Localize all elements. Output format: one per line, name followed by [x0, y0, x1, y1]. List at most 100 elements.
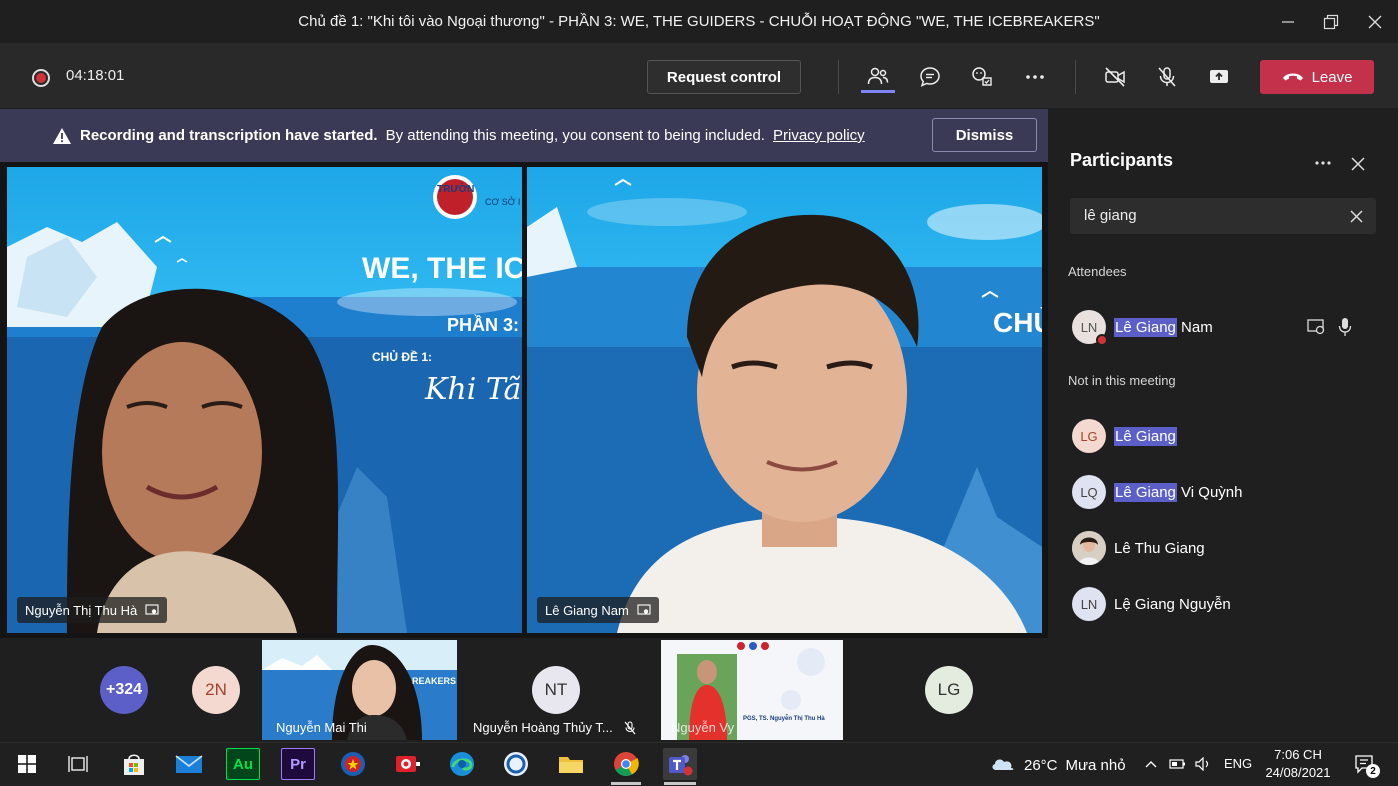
taskbar-microsoft-store[interactable]	[117, 748, 151, 780]
reactions-button[interactable]	[965, 61, 999, 93]
participant-name: Lê Giang	[1114, 426, 1177, 446]
close-window-button[interactable]	[1361, 8, 1389, 36]
video-tile-left[interactable]: TRƯỜN CƠ SỞ I WE, THE ICE PHẦN 3: V CHỦ …	[7, 167, 522, 633]
participant-avatar[interactable]: 2N	[192, 666, 240, 714]
taskbar-recorder-app[interactable]	[391, 748, 425, 780]
taskbar-app[interactable]	[499, 748, 533, 780]
more-icon	[1315, 161, 1331, 165]
recording-notice-bold: Recording and transcription have started…	[80, 127, 378, 144]
notification-center-button[interactable]: 2	[1348, 748, 1382, 780]
presentation-background	[527, 178, 1042, 633]
dismiss-button[interactable]: Dismiss	[932, 118, 1037, 152]
video-tile-nguyen-vy[interactable]: PGS, TS. Nguyễn Thị Thu Hà Nguyễn Vy	[661, 640, 843, 740]
minimize-icon	[1282, 21, 1294, 23]
clock-time: 7:06 CH	[1274, 747, 1322, 762]
clear-search-button[interactable]	[1346, 206, 1366, 226]
more-participants-button[interactable]: +324	[100, 666, 148, 714]
participant-name: Nguyễn Vy	[671, 720, 735, 735]
participant-name-tag: Lê Giang Nam	[537, 597, 659, 623]
system-clock[interactable]: 7:06 CH 24/08/2021	[1262, 746, 1334, 782]
participant-row[interactable]: LQ Lê Giang Vi Quỳnh	[1072, 473, 1243, 511]
presenter-icon	[1307, 319, 1325, 335]
input-language[interactable]: ENG	[1224, 756, 1252, 771]
participant-name: Lê Giang Vi Quỳnh	[1114, 482, 1243, 502]
microphone-icon	[1338, 318, 1352, 336]
request-control-button[interactable]: Request control	[647, 60, 801, 94]
close-panel-button[interactable]	[1346, 152, 1370, 176]
edge-icon	[450, 752, 474, 776]
more-actions-button[interactable]	[1018, 61, 1052, 93]
video-tile-right[interactable]: CHỦ Lê Giang Nam	[527, 167, 1042, 633]
audition-icon: Au	[233, 755, 253, 773]
battery-icon	[1169, 759, 1185, 769]
taskbar-microsoft-edge[interactable]	[445, 748, 479, 780]
hang-up-icon	[1282, 73, 1303, 81]
participant-avatar[interactable]: LG	[925, 666, 973, 714]
participant-row[interactable]: LN Lê Giang Nam	[1072, 308, 1213, 346]
recording-icon	[32, 69, 50, 87]
weather-widget[interactable]: 26°C Mưa nhỏ	[990, 752, 1126, 778]
participant-avatar: LN	[1072, 587, 1106, 621]
slide-topic: CHỦ ĐỀ 1:	[372, 350, 433, 364]
chat-button[interactable]	[913, 61, 947, 93]
search-input[interactable]: lê giang	[1084, 207, 1137, 224]
leave-label: Leave	[1311, 68, 1353, 86]
store-icon	[124, 754, 144, 775]
recording-notice-text: By attending this meeting, you consent t…	[385, 127, 765, 144]
video-tile-nguyen-mai-thi[interactable]: REAKERS Nguyễn Mai Thi	[262, 640, 457, 740]
participant-avatar	[1072, 531, 1106, 565]
more-icon	[1026, 75, 1044, 79]
privacy-policy-link[interactable]: Privacy policy	[773, 127, 865, 144]
start-button[interactable]	[10, 748, 44, 780]
participant-name: Nguyễn Hoàng Thủy T...	[473, 720, 613, 735]
restore-button[interactable]	[1317, 8, 1345, 36]
recorder-icon	[396, 756, 420, 772]
battery-button[interactable]	[1166, 748, 1190, 780]
speaker-icon	[1195, 757, 1209, 771]
notification-badge: 2	[1366, 764, 1380, 778]
folder-icon	[559, 757, 583, 773]
participant-name-tag: Nguyễn Thị Thu Hà	[17, 597, 168, 623]
show-hidden-icons-button[interactable]	[1140, 748, 1162, 780]
microphone-off-icon	[1158, 67, 1176, 87]
slide-snippet: REAKERS	[412, 676, 457, 686]
teams-icon	[669, 755, 693, 776]
participant-row[interactable]: LN Lệ Giang Nguyễn	[1072, 585, 1231, 623]
presence-badge	[1096, 334, 1108, 346]
taskbar-google-chrome[interactable]	[609, 748, 643, 780]
participant-avatar[interactable]: NT	[532, 666, 580, 714]
chevron-up-icon	[1145, 761, 1157, 768]
slide-word: CHỦ	[993, 307, 1042, 338]
muted-microphone-icon	[624, 721, 636, 735]
microphone-toggle-button[interactable]	[1150, 61, 1184, 93]
participant-name: Lê Giang Nam	[545, 602, 629, 618]
share-screen-icon	[1210, 70, 1228, 83]
clock-date: 24/08/2021	[1265, 765, 1331, 780]
share-content-button[interactable]	[1202, 61, 1236, 93]
participant-row[interactable]: LG Lê Giang	[1072, 417, 1177, 455]
volume-button[interactable]	[1192, 748, 1216, 780]
toolbar-divider	[1075, 60, 1076, 94]
taskbar-adobe-premiere[interactable]: Pr	[281, 748, 315, 780]
active-app-indicator	[664, 782, 696, 785]
taskbar-microsoft-teams[interactable]	[663, 748, 697, 780]
taskbar-adobe-audition[interactable]: Au	[226, 748, 260, 780]
taskbar-youth-union-app[interactable]	[336, 748, 370, 780]
active-app-indicator	[611, 782, 641, 785]
premiere-icon: Pr	[290, 755, 306, 773]
minimize-button[interactable]	[1274, 8, 1302, 36]
taskbar-mail[interactable]	[172, 748, 206, 780]
camera-toggle-button[interactable]	[1098, 61, 1132, 93]
taskbar-file-explorer[interactable]	[554, 748, 588, 780]
meeting-timer: 04:18:01	[66, 67, 125, 84]
participant-name: Lê Giang Nam	[1114, 317, 1213, 337]
participant-name: Lệ Giang Nguyễn	[1114, 595, 1231, 613]
task-view-button[interactable]	[61, 748, 95, 780]
participants-toggle-button[interactable]	[861, 61, 895, 93]
participant-row[interactable]: Lê Thu Giang	[1072, 529, 1205, 567]
windows-logo-icon	[18, 755, 36, 773]
panel-more-button[interactable]	[1310, 150, 1336, 176]
window-title: Chủ đề 1: "Khi tôi vào Ngoại thương" - P…	[298, 13, 1100, 30]
attendees-section-label: Attendees	[1068, 264, 1127, 279]
leave-button[interactable]: Leave	[1260, 60, 1374, 94]
